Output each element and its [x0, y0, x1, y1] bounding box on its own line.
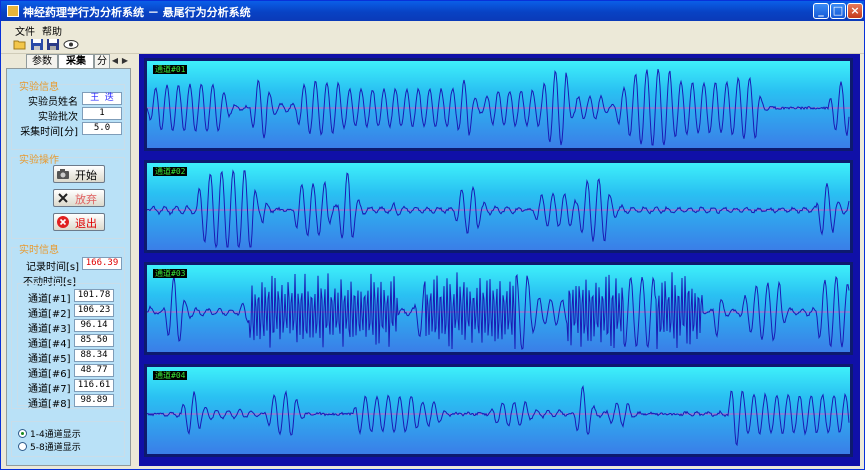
- channel-value: 106.23: [74, 304, 114, 317]
- channel-1-waveform: [147, 68, 850, 146]
- display-1-4-label: 1-4通道显示: [30, 430, 81, 440]
- exit-icon: [57, 216, 69, 228]
- channel-plot-2: 通道#02: [144, 160, 853, 253]
- menu-bar: 文件 帮助: [1, 21, 864, 38]
- channel-value: 101.78: [74, 289, 114, 302]
- record-time-field: 166.39: [82, 257, 122, 270]
- start-button-label: 开始: [75, 169, 97, 182]
- tab-analysis[interactable]: 分: [94, 54, 110, 68]
- channel-value: 85.50: [74, 334, 114, 347]
- channel-label: 通道[#1]: [28, 294, 71, 305]
- channel-label: 通道[#5]: [28, 354, 71, 365]
- left-panel: 参数 采集 分 ◀ ▶ 实验信息 实验员姓名 王 迭 实验批次 1 采集时间[分…: [6, 54, 131, 466]
- channel-row: 通道[#1] 101.78: [18, 289, 120, 305]
- channel-4-label: 通道#04: [153, 371, 188, 380]
- display-option-group: 1-4通道显示 5-8通道显示: [11, 421, 125, 457]
- save-all-icon[interactable]: [46, 38, 60, 51]
- main-window: 神经药理学行为分析系统 － 悬尾行为分析系统 _ □ × 文件 帮助 参数 采集…: [0, 0, 865, 470]
- channel-plot-1: 通道#01: [144, 58, 853, 151]
- channel-row: 通道[#7] 116.61: [18, 379, 120, 395]
- duration-field[interactable]: 5.0: [82, 122, 122, 135]
- record-time-label: 记录时间[s]: [25, 262, 79, 273]
- channel-value: 48.77: [74, 364, 114, 377]
- menu-file[interactable]: 文件: [15, 23, 35, 38]
- tab-collect[interactable]: 采集: [58, 54, 94, 69]
- channel-row: 通道[#5] 88.34: [18, 349, 120, 365]
- camera-icon: [57, 169, 69, 179]
- save-icon[interactable]: [30, 38, 44, 51]
- channel-value: 116.61: [74, 379, 114, 392]
- channel-row: 通道[#2] 106.23: [18, 304, 120, 320]
- minimize-button[interactable]: _: [813, 3, 829, 19]
- batch-label: 实验批次: [38, 112, 78, 123]
- cross-icon: [58, 193, 68, 203]
- channel-label: 通道[#2]: [28, 309, 71, 320]
- abandon-button[interactable]: 放弃: [53, 189, 105, 207]
- channel-label: 通道[#3]: [28, 324, 71, 335]
- exit-button-label: 退出: [75, 217, 97, 230]
- channel-row: 通道[#6] 48.77: [18, 364, 120, 380]
- abandon-button-label: 放弃: [75, 193, 97, 206]
- channel-3-waveform: [147, 272, 850, 350]
- tab-scroll-left[interactable]: ◀: [110, 55, 120, 67]
- channel-immobile-list: 通道[#1] 101.78 通道[#2] 106.23 通道[#3] 96.14…: [17, 283, 121, 410]
- close-button[interactable]: ×: [847, 3, 863, 19]
- channel-1-label: 通道#01: [153, 65, 188, 74]
- duration-label: 采集时间[分]: [20, 127, 78, 138]
- tab-scroll-right[interactable]: ▶: [120, 55, 130, 67]
- channel-2-waveform: [147, 169, 850, 249]
- channel-row: 通道[#8] 98.89: [18, 394, 120, 410]
- app-icon: [7, 5, 19, 17]
- exit-button[interactable]: 退出: [53, 213, 105, 231]
- channel-label: 通道[#4]: [28, 339, 71, 350]
- channel-value: 98.89: [74, 394, 114, 407]
- experiment-info-group: 实验信息 实验员姓名 王 迭 实验批次 1 采集时间[分] 5.0: [11, 78, 125, 150]
- maximize-button[interactable]: □: [830, 3, 846, 19]
- channel-value: 88.34: [74, 349, 114, 362]
- display-5-8-label: 5-8通道显示: [30, 443, 81, 453]
- window-title: 神经药理学行为分析系统 － 悬尾行为分析系统: [23, 6, 251, 19]
- channel-row: 通道[#3] 96.14: [18, 319, 120, 335]
- channel-plot-3: 通道#03: [144, 262, 853, 355]
- channel-value: 96.14: [74, 319, 114, 332]
- open-folder-icon[interactable]: [13, 38, 27, 51]
- experiment-ops-title: 实验操作: [18, 151, 60, 166]
- waveform-area: 通道#01 通道#02 通道#03 通道#04: [139, 54, 860, 466]
- display-5-8-radio[interactable]: [18, 442, 27, 451]
- channel-row: 通道[#4] 85.50: [18, 334, 120, 350]
- display-1-4-radio[interactable]: [18, 429, 27, 438]
- tab-params[interactable]: 参数: [26, 54, 58, 68]
- operator-label: 实验员姓名: [28, 97, 78, 108]
- operator-field[interactable]: 王 迭: [82, 92, 122, 105]
- channel-label: 通道[#6]: [28, 369, 71, 380]
- channel-label: 通道[#8]: [28, 399, 71, 410]
- collect-tab-page: 实验信息 实验员姓名 王 迭 实验批次 1 采集时间[分] 5.0 实验操作 开…: [6, 68, 131, 466]
- experiment-ops-group: 实验操作 开始 放弃 退出: [11, 151, 125, 239]
- experiment-info-title: 实验信息: [18, 78, 60, 93]
- start-button[interactable]: 开始: [53, 165, 105, 183]
- channel-3-label: 通道#03: [153, 269, 188, 278]
- channel-plot-4: 通道#04: [144, 364, 853, 457]
- eye-icon[interactable]: [63, 38, 79, 51]
- toolbar: [1, 37, 864, 54]
- realtime-info-group: 实时信息 记录时间[s] 166.39 不动时间[s] 通道[#1] 101.7…: [11, 241, 125, 410]
- channel-label: 通道[#7]: [28, 384, 71, 395]
- title-bar[interactable]: 神经药理学行为分析系统 － 悬尾行为分析系统 _ □ ×: [1, 1, 864, 21]
- channel-2-label: 通道#02: [153, 167, 188, 176]
- channel-4-waveform: [147, 385, 850, 447]
- realtime-info-title: 实时信息: [18, 241, 60, 256]
- batch-field[interactable]: 1: [82, 107, 122, 120]
- menu-help[interactable]: 帮助: [42, 23, 62, 38]
